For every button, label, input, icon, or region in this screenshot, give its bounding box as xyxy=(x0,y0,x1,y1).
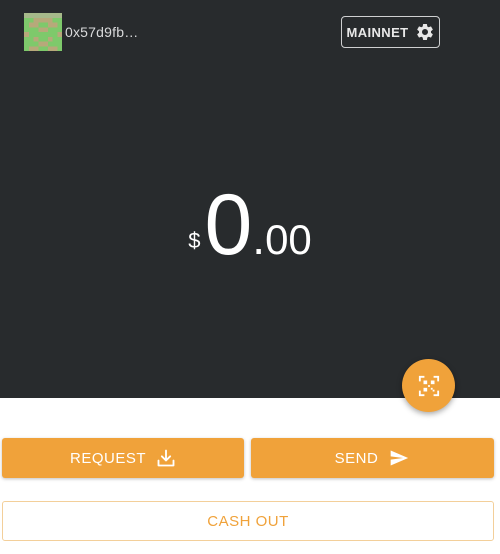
send-button-label: SEND xyxy=(334,449,379,467)
request-button-label: REQUEST xyxy=(69,449,146,467)
cash-out-button[interactable]: CASH OUT xyxy=(2,501,494,541)
request-button[interactable]: REQUEST xyxy=(2,438,244,478)
account-address: 0x57d9fb… xyxy=(65,24,139,40)
cash-out-button-label: CASH OUT xyxy=(207,512,289,530)
scan-qr-button[interactable] xyxy=(402,359,455,412)
download-icon xyxy=(157,449,175,467)
balance-decimals: 00 xyxy=(265,216,312,263)
identicon-avatar xyxy=(24,13,62,51)
send-button[interactable]: SEND xyxy=(251,438,494,478)
balance-panel: 0x57d9fb… MAINNET $ 0 . 00 xyxy=(0,0,500,398)
gear-icon xyxy=(416,23,433,40)
balance-separator: . xyxy=(252,212,266,264)
send-arrow-icon xyxy=(391,450,409,466)
network-selector-button[interactable]: MAINNET xyxy=(341,16,440,48)
balance-whole: 0 xyxy=(204,177,253,273)
balance-display: $ 0 . 00 xyxy=(0,182,500,272)
account-button[interactable]: 0x57d9fb… xyxy=(24,13,138,51)
network-label: MAINNET xyxy=(346,24,409,40)
currency-symbol: $ xyxy=(188,228,201,253)
qr-code-icon xyxy=(418,375,439,396)
